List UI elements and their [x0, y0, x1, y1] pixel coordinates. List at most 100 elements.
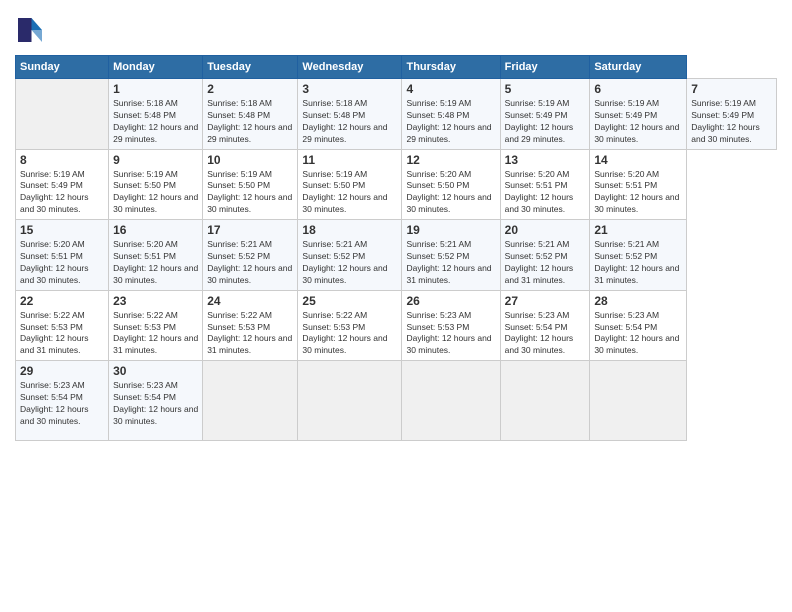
day-number: 15	[20, 223, 104, 237]
day-cell: 23 Sunrise: 5:22 AMSunset: 5:53 PMDaylig…	[109, 290, 203, 361]
day-info: Sunrise: 5:19 AMSunset: 5:50 PMDaylight:…	[113, 169, 198, 215]
day-cell: 25 Sunrise: 5:22 AMSunset: 5:53 PMDaylig…	[298, 290, 402, 361]
header-day-sunday: Sunday	[16, 56, 109, 79]
day-cell: 15 Sunrise: 5:20 AMSunset: 5:51 PMDaylig…	[16, 220, 109, 291]
day-info: Sunrise: 5:22 AMSunset: 5:53 PMDaylight:…	[113, 310, 198, 356]
day-number: 14	[594, 153, 682, 167]
day-number: 29	[20, 364, 104, 378]
day-cell: 17 Sunrise: 5:21 AMSunset: 5:52 PMDaylig…	[203, 220, 298, 291]
day-cell: 5 Sunrise: 5:19 AMSunset: 5:49 PMDayligh…	[500, 79, 590, 150]
day-cell: 22 Sunrise: 5:22 AMSunset: 5:53 PMDaylig…	[16, 290, 109, 361]
week-row-5: 29 Sunrise: 5:23 AMSunset: 5:54 PMDaylig…	[16, 361, 777, 441]
day-info: Sunrise: 5:21 AMSunset: 5:52 PMDaylight:…	[594, 239, 679, 285]
day-number: 20	[505, 223, 586, 237]
day-number: 27	[505, 294, 586, 308]
day-cell: 16 Sunrise: 5:20 AMSunset: 5:51 PMDaylig…	[109, 220, 203, 291]
day-number: 4	[406, 82, 495, 96]
day-number: 22	[20, 294, 104, 308]
day-info: Sunrise: 5:23 AMSunset: 5:54 PMDaylight:…	[505, 310, 574, 356]
day-info: Sunrise: 5:19 AMSunset: 5:48 PMDaylight:…	[406, 98, 491, 144]
day-cell: 18 Sunrise: 5:21 AMSunset: 5:52 PMDaylig…	[298, 220, 402, 291]
header-day-tuesday: Tuesday	[203, 56, 298, 79]
day-cell: 10 Sunrise: 5:19 AMSunset: 5:50 PMDaylig…	[203, 149, 298, 220]
day-info: Sunrise: 5:19 AMSunset: 5:50 PMDaylight:…	[302, 169, 387, 215]
day-info: Sunrise: 5:20 AMSunset: 5:51 PMDaylight:…	[113, 239, 198, 285]
day-info: Sunrise: 5:21 AMSunset: 5:52 PMDaylight:…	[302, 239, 387, 285]
header-day-saturday: Saturday	[590, 56, 687, 79]
day-cell: 24 Sunrise: 5:22 AMSunset: 5:53 PMDaylig…	[203, 290, 298, 361]
day-number: 13	[505, 153, 586, 167]
day-cell: 11 Sunrise: 5:19 AMSunset: 5:50 PMDaylig…	[298, 149, 402, 220]
day-number: 12	[406, 153, 495, 167]
day-info: Sunrise: 5:18 AMSunset: 5:48 PMDaylight:…	[113, 98, 198, 144]
day-number: 16	[113, 223, 198, 237]
day-cell	[402, 361, 500, 441]
day-info: Sunrise: 5:22 AMSunset: 5:53 PMDaylight:…	[20, 310, 89, 356]
day-info: Sunrise: 5:19 AMSunset: 5:50 PMDaylight:…	[207, 169, 292, 215]
day-cell: 26 Sunrise: 5:23 AMSunset: 5:53 PMDaylig…	[402, 290, 500, 361]
day-number: 28	[594, 294, 682, 308]
day-info: Sunrise: 5:21 AMSunset: 5:52 PMDaylight:…	[406, 239, 491, 285]
calendar-table: SundayMondayTuesdayWednesdayThursdayFrid…	[15, 55, 777, 441]
day-info: Sunrise: 5:21 AMSunset: 5:52 PMDaylight:…	[505, 239, 574, 285]
day-number: 17	[207, 223, 293, 237]
day-number: 6	[594, 82, 682, 96]
day-cell: 14 Sunrise: 5:20 AMSunset: 5:51 PMDaylig…	[590, 149, 687, 220]
day-number: 25	[302, 294, 397, 308]
page: SundayMondayTuesdayWednesdayThursdayFrid…	[0, 0, 792, 612]
day-number: 7	[691, 82, 772, 96]
day-number: 26	[406, 294, 495, 308]
header-day-wednesday: Wednesday	[298, 56, 402, 79]
logo	[15, 15, 49, 45]
day-cell	[16, 79, 109, 150]
header-row: SundayMondayTuesdayWednesdayThursdayFrid…	[16, 56, 777, 79]
day-cell	[203, 361, 298, 441]
day-number: 18	[302, 223, 397, 237]
day-info: Sunrise: 5:19 AMSunset: 5:49 PMDaylight:…	[20, 169, 89, 215]
day-info: Sunrise: 5:20 AMSunset: 5:51 PMDaylight:…	[594, 169, 679, 215]
day-info: Sunrise: 5:19 AMSunset: 5:49 PMDaylight:…	[691, 98, 760, 144]
day-cell: 19 Sunrise: 5:21 AMSunset: 5:52 PMDaylig…	[402, 220, 500, 291]
day-cell: 1 Sunrise: 5:18 AMSunset: 5:48 PMDayligh…	[109, 79, 203, 150]
day-info: Sunrise: 5:18 AMSunset: 5:48 PMDaylight:…	[207, 98, 292, 144]
day-cell	[590, 361, 687, 441]
day-cell: 8 Sunrise: 5:19 AMSunset: 5:49 PMDayligh…	[16, 149, 109, 220]
header-day-friday: Friday	[500, 56, 590, 79]
day-cell: 3 Sunrise: 5:18 AMSunset: 5:48 PMDayligh…	[298, 79, 402, 150]
day-info: Sunrise: 5:19 AMSunset: 5:49 PMDaylight:…	[505, 98, 574, 144]
day-cell: 29 Sunrise: 5:23 AMSunset: 5:54 PMDaylig…	[16, 361, 109, 441]
day-cell: 4 Sunrise: 5:19 AMSunset: 5:48 PMDayligh…	[402, 79, 500, 150]
day-cell: 21 Sunrise: 5:21 AMSunset: 5:52 PMDaylig…	[590, 220, 687, 291]
week-row-4: 22 Sunrise: 5:22 AMSunset: 5:53 PMDaylig…	[16, 290, 777, 361]
day-cell: 6 Sunrise: 5:19 AMSunset: 5:49 PMDayligh…	[590, 79, 687, 150]
day-info: Sunrise: 5:23 AMSunset: 5:54 PMDaylight:…	[113, 380, 198, 426]
day-info: Sunrise: 5:20 AMSunset: 5:51 PMDaylight:…	[505, 169, 574, 215]
day-number: 21	[594, 223, 682, 237]
logo-icon	[15, 15, 45, 45]
week-row-2: 8 Sunrise: 5:19 AMSunset: 5:49 PMDayligh…	[16, 149, 777, 220]
week-row-3: 15 Sunrise: 5:20 AMSunset: 5:51 PMDaylig…	[16, 220, 777, 291]
day-number: 23	[113, 294, 198, 308]
day-cell: 12 Sunrise: 5:20 AMSunset: 5:50 PMDaylig…	[402, 149, 500, 220]
day-info: Sunrise: 5:22 AMSunset: 5:53 PMDaylight:…	[302, 310, 387, 356]
day-number: 10	[207, 153, 293, 167]
day-number: 1	[113, 82, 198, 96]
calendar-body: 1 Sunrise: 5:18 AMSunset: 5:48 PMDayligh…	[16, 79, 777, 441]
day-number: 9	[113, 153, 198, 167]
header-day-monday: Monday	[109, 56, 203, 79]
header	[15, 15, 777, 45]
day-cell: 13 Sunrise: 5:20 AMSunset: 5:51 PMDaylig…	[500, 149, 590, 220]
day-cell: 30 Sunrise: 5:23 AMSunset: 5:54 PMDaylig…	[109, 361, 203, 441]
day-cell: 7 Sunrise: 5:19 AMSunset: 5:49 PMDayligh…	[687, 79, 777, 150]
day-number: 30	[113, 364, 198, 378]
day-cell	[298, 361, 402, 441]
day-info: Sunrise: 5:21 AMSunset: 5:52 PMDaylight:…	[207, 239, 292, 285]
day-info: Sunrise: 5:23 AMSunset: 5:54 PMDaylight:…	[20, 380, 89, 426]
day-cell: 27 Sunrise: 5:23 AMSunset: 5:54 PMDaylig…	[500, 290, 590, 361]
day-info: Sunrise: 5:22 AMSunset: 5:53 PMDaylight:…	[207, 310, 292, 356]
day-number: 8	[20, 153, 104, 167]
day-number: 19	[406, 223, 495, 237]
day-info: Sunrise: 5:23 AMSunset: 5:53 PMDaylight:…	[406, 310, 491, 356]
day-cell: 2 Sunrise: 5:18 AMSunset: 5:48 PMDayligh…	[203, 79, 298, 150]
header-day-thursday: Thursday	[402, 56, 500, 79]
